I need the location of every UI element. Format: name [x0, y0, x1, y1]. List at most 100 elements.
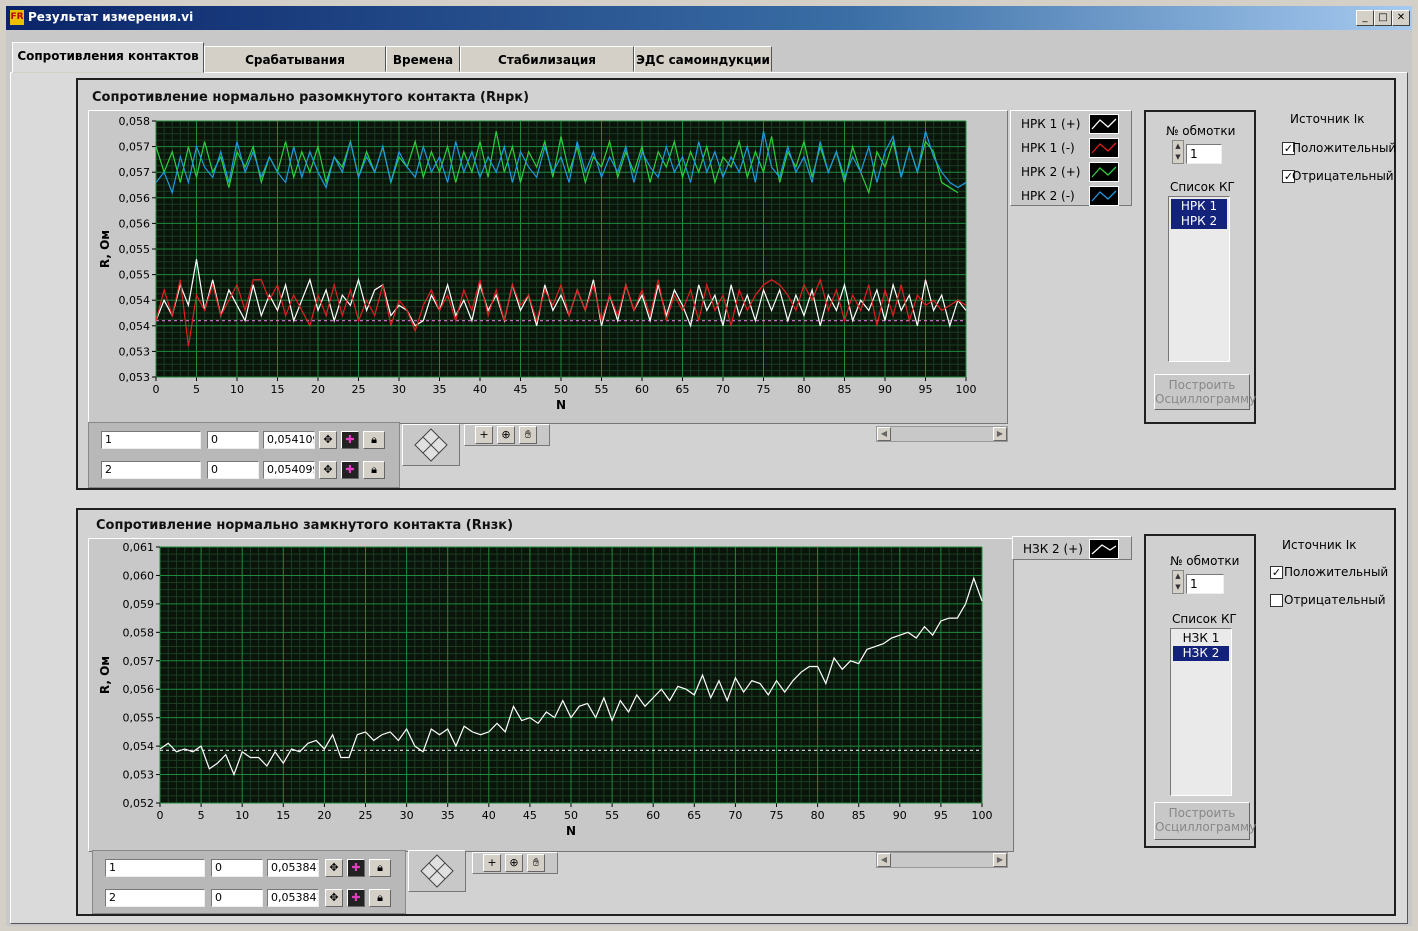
winding-number-input[interactable]: 1 — [1186, 144, 1222, 164]
positive-checkbox[interactable]: ✓ — [1270, 566, 1283, 579]
y-tick-label: 0,053 — [123, 769, 155, 782]
x-tick-label: 75 — [770, 809, 784, 822]
legend-item[interactable]: НРК 1 (-) — [1011, 137, 1131, 159]
build-oscillogram-button[interactable]: Построить Осциллограмму — [1154, 802, 1256, 840]
scroll-left-icon[interactable]: ◀ — [877, 427, 891, 441]
cursor-y-field[interactable]: 0,054109 — [263, 431, 315, 449]
zoom-icon[interactable]: ⊕ — [505, 854, 523, 872]
tab-label: Сопротивления контактов — [17, 49, 199, 63]
positive-label: Положительный — [1284, 565, 1389, 579]
cursor-move-icon[interactable]: ✥ — [325, 889, 343, 907]
minimize-icon[interactable]: _ — [1356, 10, 1374, 26]
cursor-x-field[interactable]: 0 — [211, 859, 263, 877]
cursor-style-icon[interactable]: ✚ — [347, 859, 365, 877]
x-tick-label: 20 — [311, 383, 325, 396]
cursor-name-field[interactable]: 1 — [105, 859, 205, 877]
legend-item[interactable]: НРК 2 (-) — [1011, 185, 1131, 207]
cursor-lock-icon[interactable]: 🔒︎ — [369, 889, 391, 907]
cursor-name-field[interactable]: 1 — [101, 431, 201, 449]
x-tick-label: 20 — [317, 809, 331, 822]
graph-scrollbar[interactable]: ◀ ▶ — [876, 852, 1008, 868]
legend-item[interactable]: НЗК 2 (+) — [1013, 538, 1131, 560]
build-oscillogram-button[interactable]: Построить Осциллограмму — [1154, 374, 1256, 410]
pan-hand-icon[interactable]: ✋︎ — [527, 854, 545, 872]
list-item[interactable]: НРК 1 — [1171, 199, 1227, 214]
window-title: Результат измерения.vi — [28, 10, 194, 24]
cursor-x-field[interactable]: 0 — [207, 461, 259, 479]
plot-legend[interactable]: НРК 1 (+) НРК 1 (-) НРК 2 (+) НРК 2 (-) — [1010, 110, 1132, 206]
x-tick-label: 25 — [359, 809, 373, 822]
cursor-name-field[interactable]: 2 — [105, 889, 205, 907]
scroll-right-icon[interactable]: ▶ — [993, 427, 1007, 441]
zoom-icon[interactable]: ⊕ — [497, 426, 515, 444]
winding-spinner-icon[interactable]: ▲ ▼ — [1172, 570, 1184, 594]
chart-no-contact[interactable]: 0 5 10 15 20 25 30 35 40 45 50 55 60 65 70 75 80 85 90 95 10… — [89, 111, 1007, 423]
y-tick-label: 0,052 — [123, 797, 155, 810]
cursor-lock-icon[interactable]: 🔒︎ — [363, 431, 385, 449]
cursor-palette: 1 0 0,054109 ✥ ✚ 🔒︎ 2 0 0,054099 ✥ ✚ 🔒︎ — [88, 422, 400, 488]
maximize-icon[interactable]: □ — [1374, 10, 1392, 26]
cursor-palette: 1 0 0,053841 ✥ ✚ 🔒︎ 2 0 0,053841 ✥ ✚ 🔒︎ — [92, 850, 406, 914]
y-tick-label: 0,053 — [119, 345, 151, 358]
cursor-x-field[interactable]: 0 — [211, 889, 263, 907]
tab-contact-stabilization[interactable]: Стабилизация контактов — [460, 46, 634, 93]
source-title: Источник Iк — [1290, 112, 1365, 126]
x-tick-label: 100 — [956, 383, 977, 396]
x-tick-label: 30 — [392, 383, 406, 396]
graph-scrollbar[interactable]: ◀ ▶ — [876, 426, 1008, 442]
negative-checkbox[interactable] — [1270, 594, 1283, 607]
cursor-move-icon[interactable]: ✥ — [319, 431, 337, 449]
scroll-right-icon[interactable]: ▶ — [993, 853, 1007, 867]
cursor-style-icon[interactable]: ✚ — [341, 431, 359, 449]
x-tick-label: 45 — [514, 383, 528, 396]
cursor-y-field[interactable]: 0,054099 — [263, 461, 315, 479]
cursor-lock-icon[interactable]: 🔒︎ — [363, 461, 385, 479]
kg-list-label: Список КГ — [1172, 612, 1237, 626]
tab-times[interactable]: Времена — [386, 46, 460, 72]
legend-item[interactable]: НРК 2 (+) — [1011, 161, 1131, 183]
list-item[interactable]: НЗК 2 — [1173, 646, 1229, 661]
cursor-y-field[interactable]: 0,053841 — [267, 859, 319, 877]
winding-number-input[interactable]: 1 — [1186, 574, 1224, 594]
x-tick-label: 95 — [919, 383, 933, 396]
cursor-move-icon[interactable]: ✥ — [319, 461, 337, 479]
plot-legend[interactable]: НЗК 2 (+) — [1012, 536, 1132, 560]
cursor-nav-diamond-icon[interactable] — [408, 850, 466, 892]
legend-label: НРК 1 (-) — [1021, 141, 1075, 155]
negative-label: Отрицательный — [1284, 593, 1386, 607]
tab-contact-resistance[interactable]: Сопротивления контактов — [12, 42, 204, 73]
winding-label: № обмотки — [1170, 554, 1240, 568]
cursor-move-icon[interactable]: ✥ — [325, 859, 343, 877]
cursor-style-icon[interactable]: ✚ — [341, 461, 359, 479]
y-tick-label: 0,055 — [119, 243, 151, 256]
cursor-x-field[interactable]: 0 — [207, 431, 259, 449]
crosshair-icon[interactable]: + — [475, 426, 493, 444]
list-item[interactable]: НРК 2 — [1171, 214, 1227, 229]
y-tick-label: 0,053 — [119, 371, 151, 384]
cursor-lock-icon[interactable]: 🔒︎ — [369, 859, 391, 877]
y-axis-label: R, Ом — [98, 656, 112, 694]
x-tick-label: 70 — [716, 383, 730, 396]
tab-self-induction-emf[interactable]: ЭДС самоиндукции — [634, 46, 772, 72]
cursor-y-field[interactable]: 0,053841 — [267, 889, 319, 907]
source-title: Источник Iк — [1282, 538, 1357, 552]
kg-listbox[interactable]: НРК 1 НРК 2 — [1168, 196, 1230, 362]
pan-hand-icon[interactable]: ✋︎ — [519, 426, 537, 444]
cursor-style-icon[interactable]: ✚ — [347, 889, 365, 907]
crosshair-icon[interactable]: + — [483, 854, 501, 872]
scroll-left-icon[interactable]: ◀ — [877, 853, 891, 867]
x-tick-label: 0 — [157, 809, 164, 822]
close-icon[interactable]: ✕ — [1392, 10, 1410, 26]
y-tick-label: 0,057 — [119, 141, 151, 154]
x-tick-label: 90 — [878, 383, 892, 396]
cursor-name-field[interactable]: 2 — [101, 461, 201, 479]
winding-spinner-icon[interactable]: ▲ ▼ — [1172, 140, 1184, 164]
kg-listbox[interactable]: НЗК 1 НЗК 2 — [1170, 628, 1232, 796]
tab-operate-release[interactable]: Срабатывания отпускания — [204, 46, 386, 93]
legend-item[interactable]: НРК 1 (+) — [1011, 113, 1131, 135]
x-tick-label: 100 — [972, 809, 993, 822]
list-item[interactable]: НЗК 1 — [1173, 631, 1229, 646]
chart-nc-contact[interactable]: 0 5 10 15 20 25 30 35 40 45 50 55 60 65 70 75 80 85 90 95 10… — [89, 539, 1013, 851]
cursor-nav-diamond-icon[interactable] — [402, 424, 460, 466]
graph-tools: + ⊕ ✋︎ — [464, 424, 550, 446]
